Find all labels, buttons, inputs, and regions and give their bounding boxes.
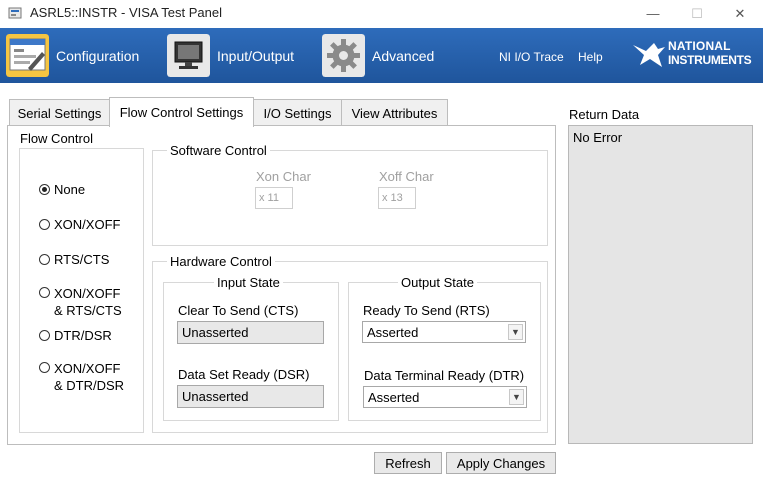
dsr-value: Unasserted — [177, 385, 324, 408]
radio-xon-xoff-rts-cts[interactable]: XON/XOFF & RTS/CTS — [39, 285, 122, 319]
radio-icon — [39, 287, 50, 298]
minimize-button[interactable]: — — [630, 0, 676, 27]
ni-eagle-icon — [633, 43, 665, 67]
return-data-title: Return Data — [569, 107, 640, 122]
chevron-down-icon[interactable]: ▼ — [508, 324, 523, 340]
close-icon: ✕ — [734, 5, 746, 21]
input-state-title: Input State — [214, 275, 283, 290]
maximize-icon: ☐ — [691, 5, 703, 21]
input-output-label: Input/Output — [217, 47, 295, 64]
radio-label: XON/XOFF — [54, 217, 121, 232]
cts-label: Clear To Send (CTS) — [178, 303, 299, 318]
dtr-label: Data Terminal Ready (DTR) — [364, 368, 525, 383]
radio-label: XON/XOFF & RTS/CTS — [54, 285, 122, 319]
radio-label: None — [54, 182, 86, 197]
radio-icon — [39, 362, 50, 373]
ni-io-trace-link[interactable]: NI I/O Trace — [499, 50, 564, 64]
cts-value: Unasserted — [177, 321, 324, 344]
rts-select[interactable]: Asserted ▼ — [362, 321, 526, 343]
xon-char-label: Xon Char — [256, 169, 311, 184]
input-output-button[interactable]: Input/Output — [167, 33, 294, 78]
radio-rts-cts[interactable]: RTS/CTS — [39, 252, 109, 267]
configuration-icon — [6, 34, 49, 77]
radio-label-line1: XON/XOFF — [54, 286, 121, 301]
toolbar: Configuration Input/Output Advanced NI I… — [0, 28, 763, 83]
dsr-label: Data Set Ready (DSR) — [178, 367, 310, 382]
software-control-group — [152, 150, 548, 246]
hardware-control-title: Hardware Control — [167, 254, 275, 269]
logo-line-2: INSTRUMENTS — [668, 53, 752, 67]
radio-none[interactable]: None — [39, 182, 85, 197]
return-data-box[interactable]: No Error — [568, 125, 753, 444]
app-icon — [8, 7, 22, 19]
dtr-select-value: Asserted — [368, 390, 420, 405]
maximize-button[interactable]: ☐ — [674, 0, 720, 27]
flow-control-title: Flow Control — [20, 131, 93, 146]
logo-line-1: NATIONAL — [668, 39, 731, 53]
radio-label-line2: & DTR/DSR — [54, 378, 125, 393]
tab-serial-settings[interactable]: Serial Settings — [9, 99, 110, 126]
chevron-down-icon[interactable]: ▼ — [509, 389, 524, 405]
rts-select-value: Asserted — [367, 325, 419, 340]
radio-selected-icon — [39, 184, 50, 195]
advanced-label: Advanced — [372, 47, 435, 64]
software-control-title: Software Control — [167, 143, 270, 158]
radio-label: DTR/DSR — [54, 328, 112, 343]
close-button[interactable]: ✕ — [717, 0, 763, 27]
tab-flow-control-settings[interactable]: Flow Control Settings — [109, 97, 254, 127]
minimize-icon: — — [646, 6, 660, 21]
tab-view-attributes[interactable]: View Attributes — [341, 99, 448, 126]
help-link[interactable]: Help — [578, 50, 603, 64]
window-title: ASRL5::INSTR - VISA Test Panel — [30, 5, 222, 20]
radio-dtr-dsr[interactable]: DTR/DSR — [39, 328, 112, 343]
radio-label: XON/XOFF & DTR/DSR — [54, 360, 124, 394]
radio-label-line1: XON/XOFF — [54, 361, 121, 376]
dtr-select[interactable]: Asserted ▼ — [363, 386, 527, 408]
configuration-button[interactable]: Configuration — [6, 33, 139, 78]
radio-icon — [39, 219, 50, 230]
rts-label: Ready To Send (RTS) — [363, 303, 490, 318]
title-bar: ASRL5::INSTR - VISA Test Panel — ☐ ✕ — [0, 0, 763, 27]
refresh-button[interactable]: Refresh — [374, 452, 442, 474]
radio-xon-xoff-dtr-dsr[interactable]: XON/XOFF & DTR/DSR — [39, 360, 124, 394]
ni-logo: NATIONAL INSTRUMENTS — [632, 37, 760, 73]
xoff-char-label: Xoff Char — [379, 169, 434, 184]
configuration-label: Configuration — [56, 47, 140, 64]
radio-xon-xoff[interactable]: XON/XOFF — [39, 217, 120, 232]
radio-label-line2: & RTS/CTS — [54, 303, 122, 318]
radio-label: RTS/CTS — [54, 252, 110, 267]
apply-changes-button[interactable]: Apply Changes — [446, 452, 556, 474]
return-data-value: No Error — [573, 130, 623, 145]
tab-label: Serial Settings — [17, 105, 102, 121]
gear-icon — [322, 34, 365, 77]
tab-label: Flow Control Settings — [119, 105, 244, 120]
tab-io-settings[interactable]: I/O Settings — [253, 99, 342, 126]
xon-char-field[interactable]: x 11 — [255, 187, 293, 209]
radio-icon — [39, 330, 50, 341]
tab-label: I/O Settings — [263, 105, 332, 121]
radio-icon — [39, 254, 50, 265]
advanced-button[interactable]: Advanced — [322, 33, 434, 78]
tab-label: View Attributes — [351, 105, 438, 121]
monitor-icon — [167, 34, 210, 77]
xoff-char-field[interactable]: x 13 — [378, 187, 416, 209]
output-state-title: Output State — [398, 275, 477, 290]
